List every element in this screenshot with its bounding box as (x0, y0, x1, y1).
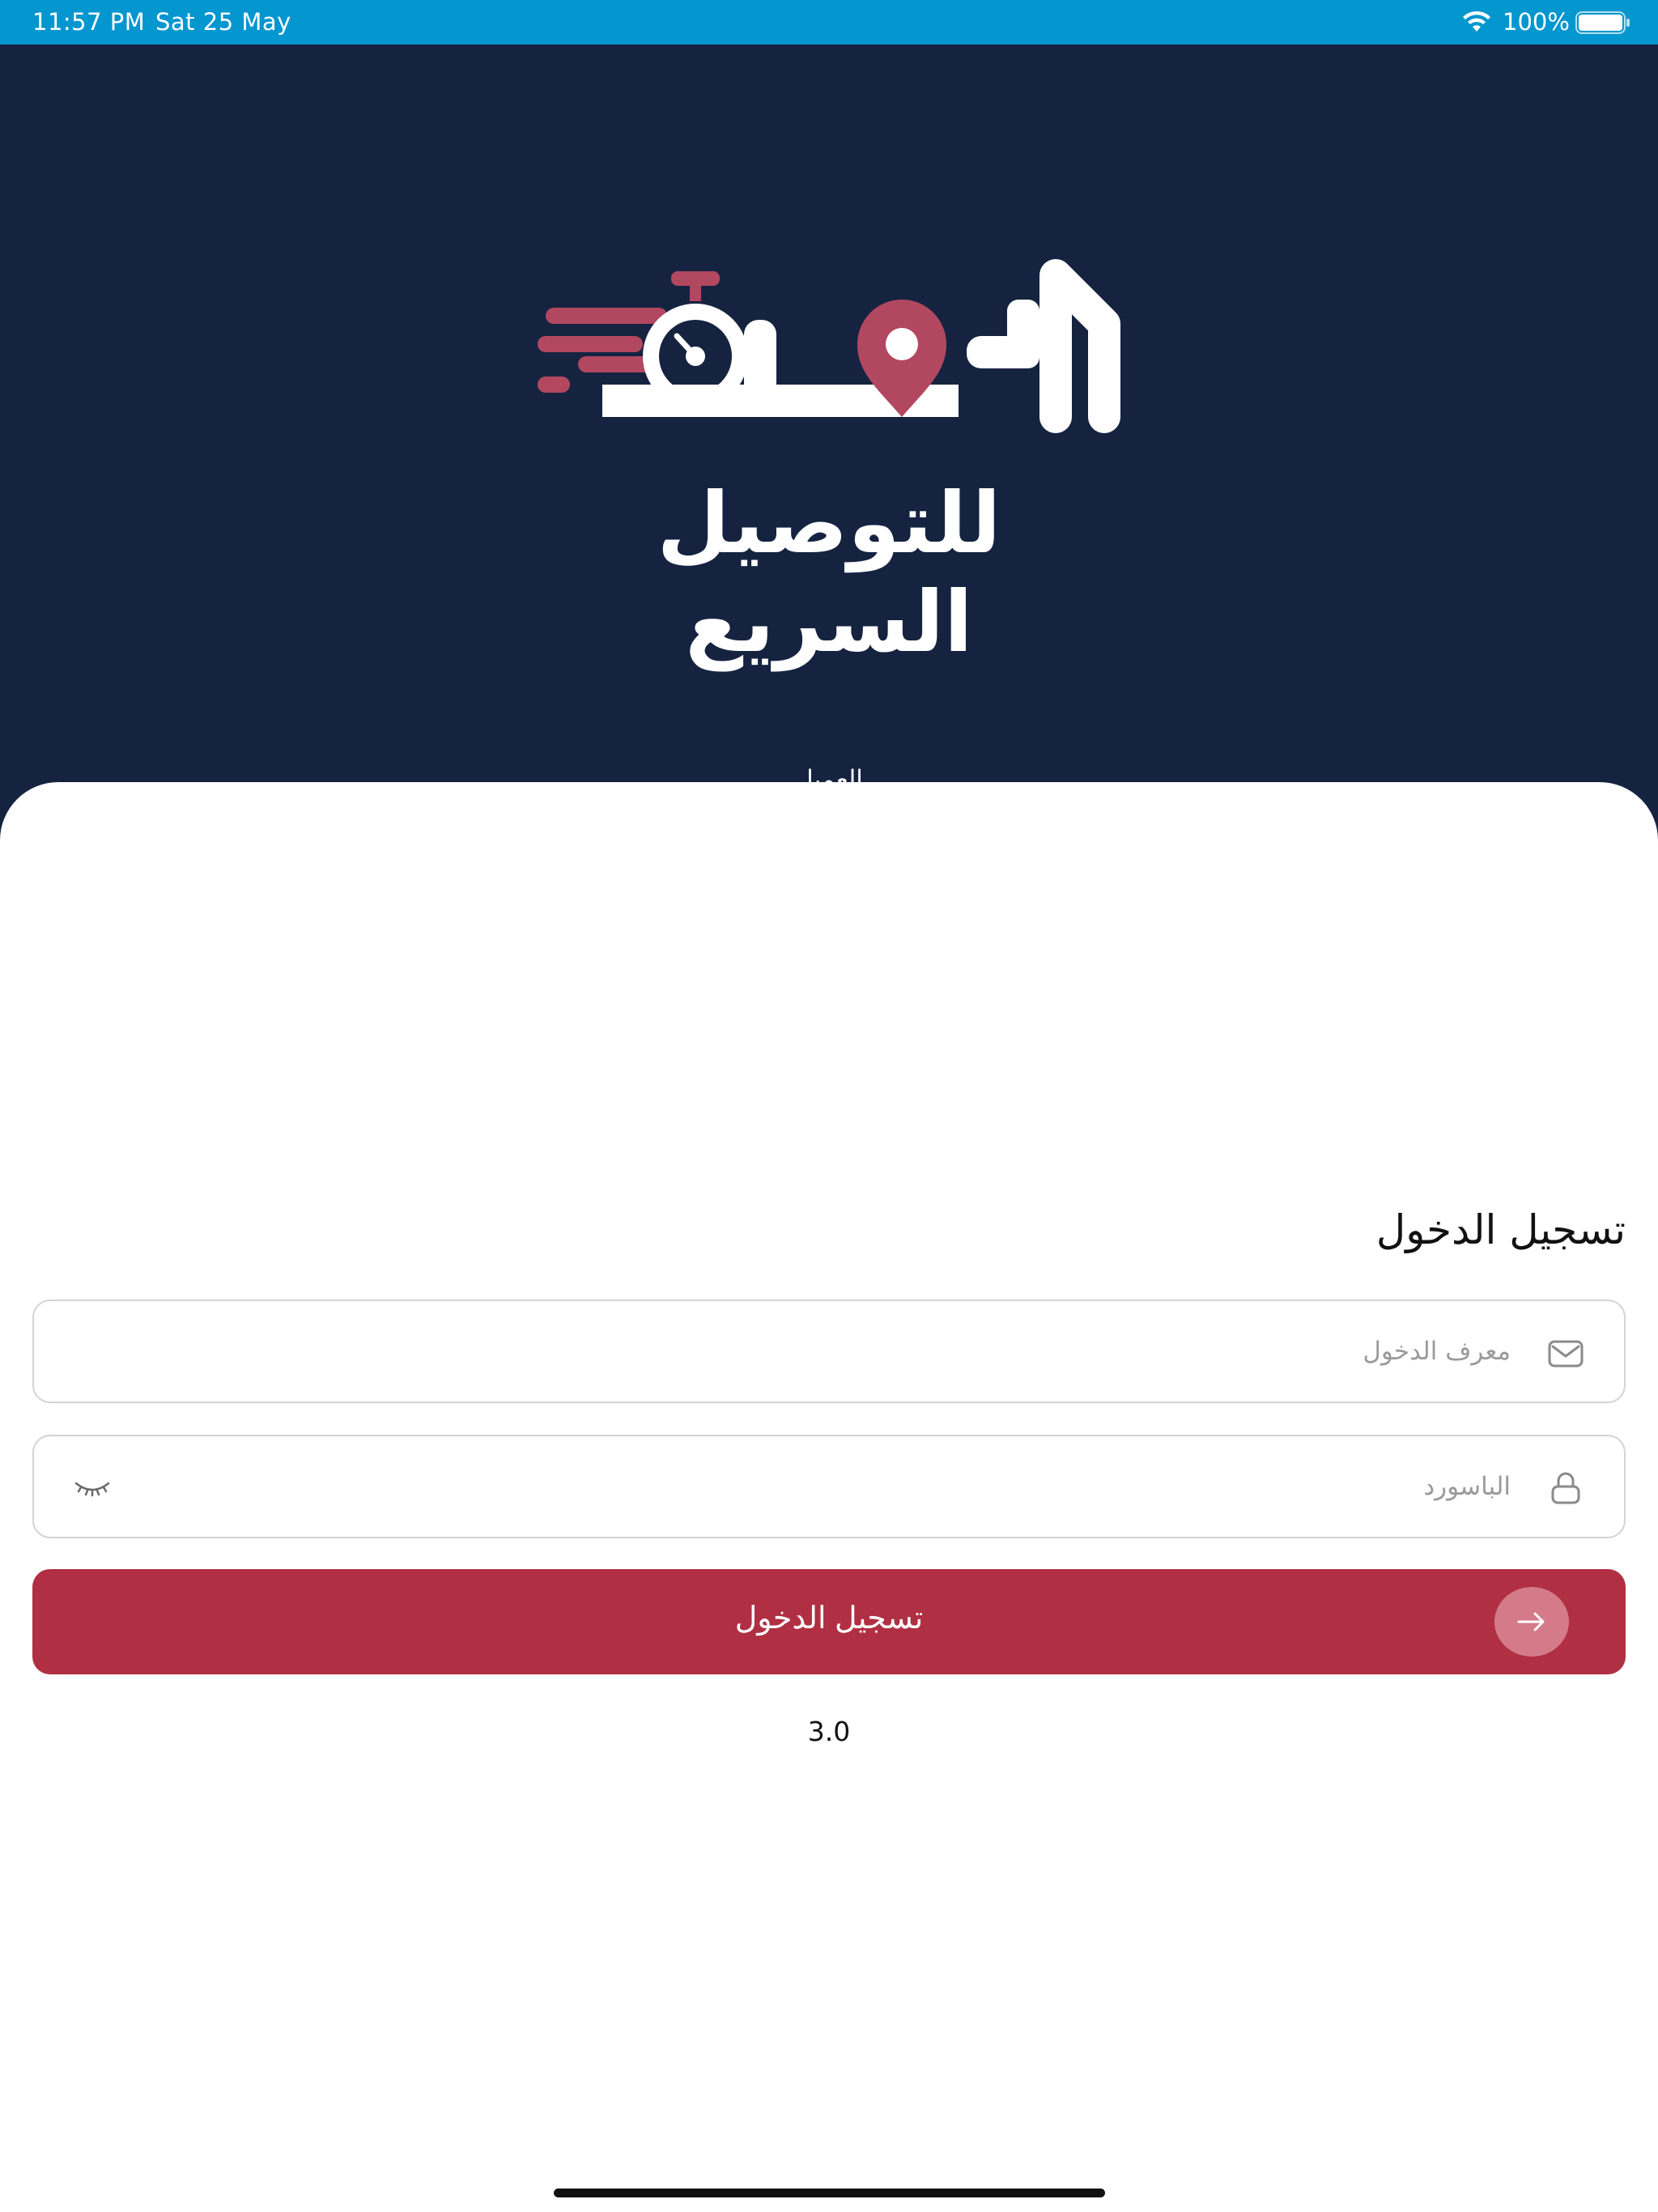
wifi-icon (1463, 11, 1490, 32)
lock-icon (1551, 1472, 1580, 1504)
battery-percent: 100% (1503, 8, 1570, 36)
mail-icon (1548, 1340, 1584, 1368)
arrow-right-icon (1517, 1612, 1545, 1631)
login-id-input[interactable] (147, 1325, 1511, 1377)
form-title: تسجيل الدخول (1375, 1206, 1626, 1253)
login-button-label: تسجيل الدخول (734, 1602, 924, 1636)
status-time: 11:57 PM (32, 8, 146, 36)
header: للتوصيل السريع العميل (0, 45, 1658, 842)
logo-tagline: للتوصيل السريع (657, 474, 1001, 671)
status-date: Sat 25 May (155, 8, 291, 36)
arrow-circle (1494, 1587, 1569, 1657)
app-version: 3.0 (807, 1716, 851, 1747)
password-input[interactable] (147, 1461, 1511, 1512)
home-indicator[interactable] (554, 2189, 1105, 2197)
status-bar: 11:57 PM Sat 25 May 100% (0, 0, 1658, 45)
login-button[interactable]: تسجيل الدخول (32, 1569, 1626, 1674)
eye-closed-icon[interactable] (73, 1472, 112, 1504)
password-field[interactable] (32, 1435, 1626, 1538)
login-id-field[interactable] (32, 1300, 1626, 1403)
battery-icon (1575, 11, 1630, 34)
